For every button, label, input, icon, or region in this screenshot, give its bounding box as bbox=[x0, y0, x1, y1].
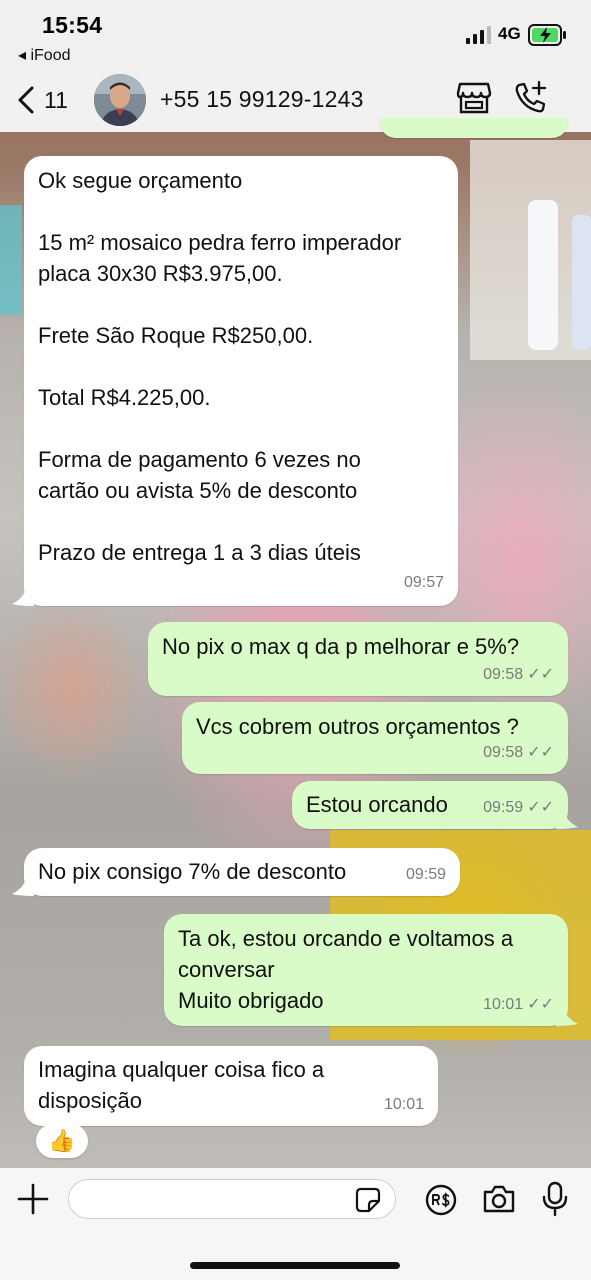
back-button[interactable]: 11 bbox=[16, 82, 82, 118]
message-text: Estou orcando bbox=[306, 792, 448, 817]
message-time: 09:57 bbox=[403, 574, 444, 591]
payment-icon[interactable] bbox=[425, 1184, 457, 1216]
signal-icon bbox=[466, 26, 491, 44]
message-bubble-incoming[interactable]: Ok segue orçamento 15 m² mosaico pedra f… bbox=[24, 156, 458, 606]
back-to-app-link[interactable]: ◂ iFood bbox=[18, 45, 71, 65]
message-text: Ta ok, estou orcando e voltamos a conver… bbox=[178, 926, 514, 1013]
store-icon[interactable] bbox=[456, 80, 492, 116]
read-ticks-icon: ✓✓ bbox=[527, 799, 554, 816]
contact-name[interactable]: +55 15 99129-1243 bbox=[160, 86, 364, 113]
read-ticks-icon: ✓✓ bbox=[527, 744, 554, 761]
message-bubble-incoming[interactable]: Imagina qualquer coisa fico a disposição… bbox=[24, 1046, 438, 1126]
message-text: Ok segue orçamento 15 m² mosaico pedra f… bbox=[38, 168, 402, 565]
bubble-tail bbox=[556, 1008, 578, 1026]
add-call-icon[interactable] bbox=[512, 80, 548, 116]
message-bubble-partial bbox=[380, 118, 568, 138]
message-input[interactable] bbox=[83, 1180, 357, 1218]
message-time: 09:58 ✓✓ bbox=[483, 737, 554, 768]
message-time: 09:59 bbox=[405, 866, 446, 883]
home-indicator[interactable] bbox=[190, 1262, 400, 1269]
bubble-tail bbox=[556, 811, 578, 829]
message-text: Vcs cobrem outros orçamentos ? bbox=[196, 714, 519, 739]
message-input-bar bbox=[0, 1168, 591, 1280]
message-time: 10:01 bbox=[383, 1096, 424, 1113]
contact-avatar[interactable] bbox=[94, 74, 146, 126]
message-time: 09:59 ✓✓ bbox=[483, 792, 554, 823]
microphone-icon[interactable] bbox=[542, 1181, 568, 1217]
status-bar: 15:54 ◂ iFood 4G bbox=[0, 0, 591, 68]
message-time: 10:01 ✓✓ bbox=[483, 989, 554, 1020]
network-type: 4G bbox=[498, 24, 521, 43]
unread-count: 11 bbox=[44, 86, 68, 113]
plus-icon[interactable] bbox=[16, 1182, 50, 1216]
camera-icon[interactable] bbox=[482, 1184, 516, 1214]
message-text: No pix consigo 7% de desconto bbox=[38, 859, 347, 884]
message-bubble-incoming[interactable]: No pix consigo 7% de desconto 09:59 bbox=[24, 848, 460, 896]
status-time: 15:54 bbox=[42, 12, 103, 38]
message-bubble-outgoing[interactable]: Vcs cobrem outros orçamentos ? 09:58 ✓✓ bbox=[182, 702, 568, 774]
back-chevron-icon bbox=[18, 86, 34, 114]
message-bubble-outgoing[interactable]: Ta ok, estou orcando e voltamos a conver… bbox=[164, 914, 568, 1026]
bubble-tail bbox=[12, 878, 34, 896]
message-bubble-outgoing[interactable]: No pix o max q da p melhorar e 5%? 09:58… bbox=[148, 622, 568, 696]
message-input-field[interactable] bbox=[68, 1179, 396, 1219]
message-text: Imagina qualquer coisa fico a disposição bbox=[38, 1057, 325, 1113]
sticker-icon[interactable] bbox=[355, 1187, 381, 1213]
message-time: 09:58 ✓✓ bbox=[483, 659, 554, 690]
message-text: No pix o max q da p melhorar e 5%? bbox=[162, 634, 520, 659]
reaction-emoji[interactable]: 👍 bbox=[36, 1124, 88, 1158]
battery-charging-icon bbox=[528, 24, 566, 46]
read-ticks-icon: ✓✓ bbox=[527, 666, 554, 683]
message-bubble-outgoing[interactable]: Estou orcando 09:59 ✓✓ bbox=[292, 781, 568, 829]
read-ticks-icon: ✓✓ bbox=[527, 996, 554, 1013]
bubble-tail bbox=[12, 588, 34, 606]
